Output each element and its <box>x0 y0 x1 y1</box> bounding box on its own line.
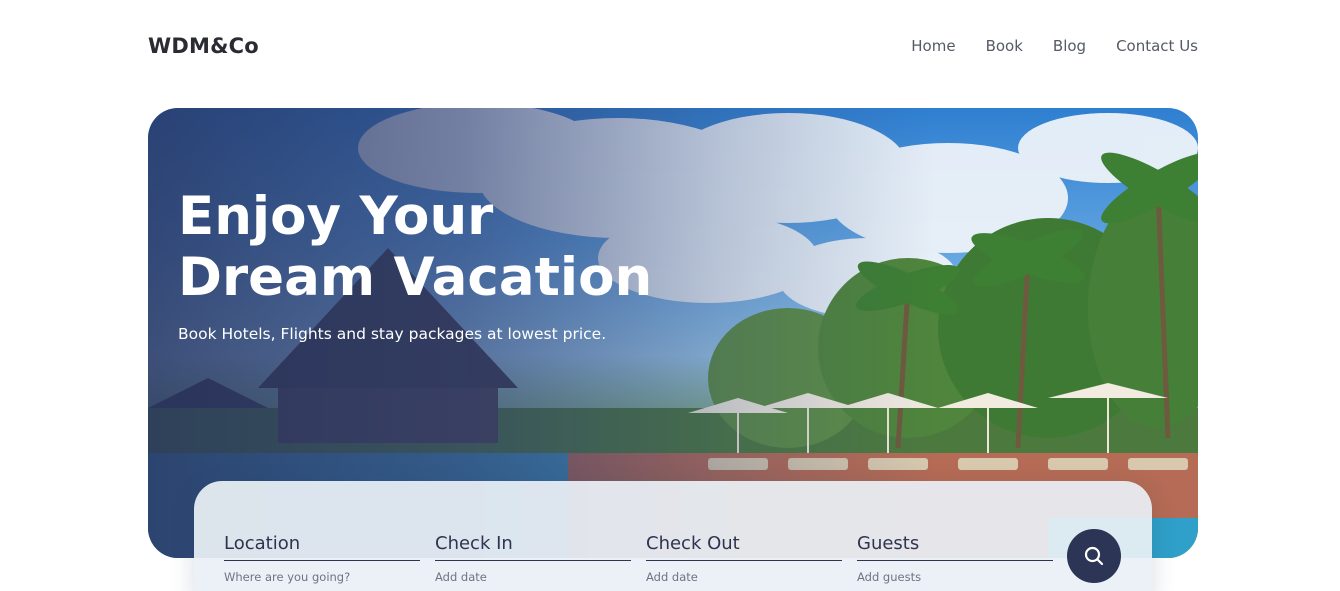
hero-title: Enjoy Your Dream Vacation <box>178 186 652 308</box>
check-out-label: Check Out <box>646 533 842 561</box>
check-out-field[interactable]: Check Out Add date <box>646 533 842 584</box>
search-bar: Location Where are you going? Check In A… <box>194 481 1152 591</box>
search-button[interactable] <box>1067 529 1121 583</box>
search-icon <box>1084 546 1104 566</box>
location-placeholder[interactable]: Where are you going? <box>224 570 420 584</box>
hero-title-line-1: Enjoy Your <box>178 186 494 247</box>
nav-links: Home Book Blog Contact Us <box>911 37 1198 55</box>
navbar: WDM&Co Home Book Blog Contact Us <box>148 30 1198 62</box>
guests-placeholder[interactable]: Add guests <box>857 570 1053 584</box>
nav-book[interactable]: Book <box>986 37 1023 55</box>
hero-title-line-2: Dream Vacation <box>178 247 653 308</box>
check-out-placeholder[interactable]: Add date <box>646 570 842 584</box>
hero-subtitle: Book Hotels, Flights and stay packages a… <box>178 325 607 343</box>
check-in-field[interactable]: Check In Add date <box>435 533 631 584</box>
check-in-placeholder[interactable]: Add date <box>435 570 631 584</box>
nav-blog[interactable]: Blog <box>1053 37 1086 55</box>
guests-label: Guests <box>857 533 1053 561</box>
check-in-label: Check In <box>435 533 631 561</box>
nav-contact-us[interactable]: Contact Us <box>1116 37 1198 55</box>
nav-home[interactable]: Home <box>911 37 955 55</box>
site-logo[interactable]: WDM&Co <box>148 34 259 58</box>
location-field[interactable]: Location Where are you going? <box>224 533 420 584</box>
guests-field[interactable]: Guests Add guests <box>857 533 1053 584</box>
location-label: Location <box>224 533 420 561</box>
